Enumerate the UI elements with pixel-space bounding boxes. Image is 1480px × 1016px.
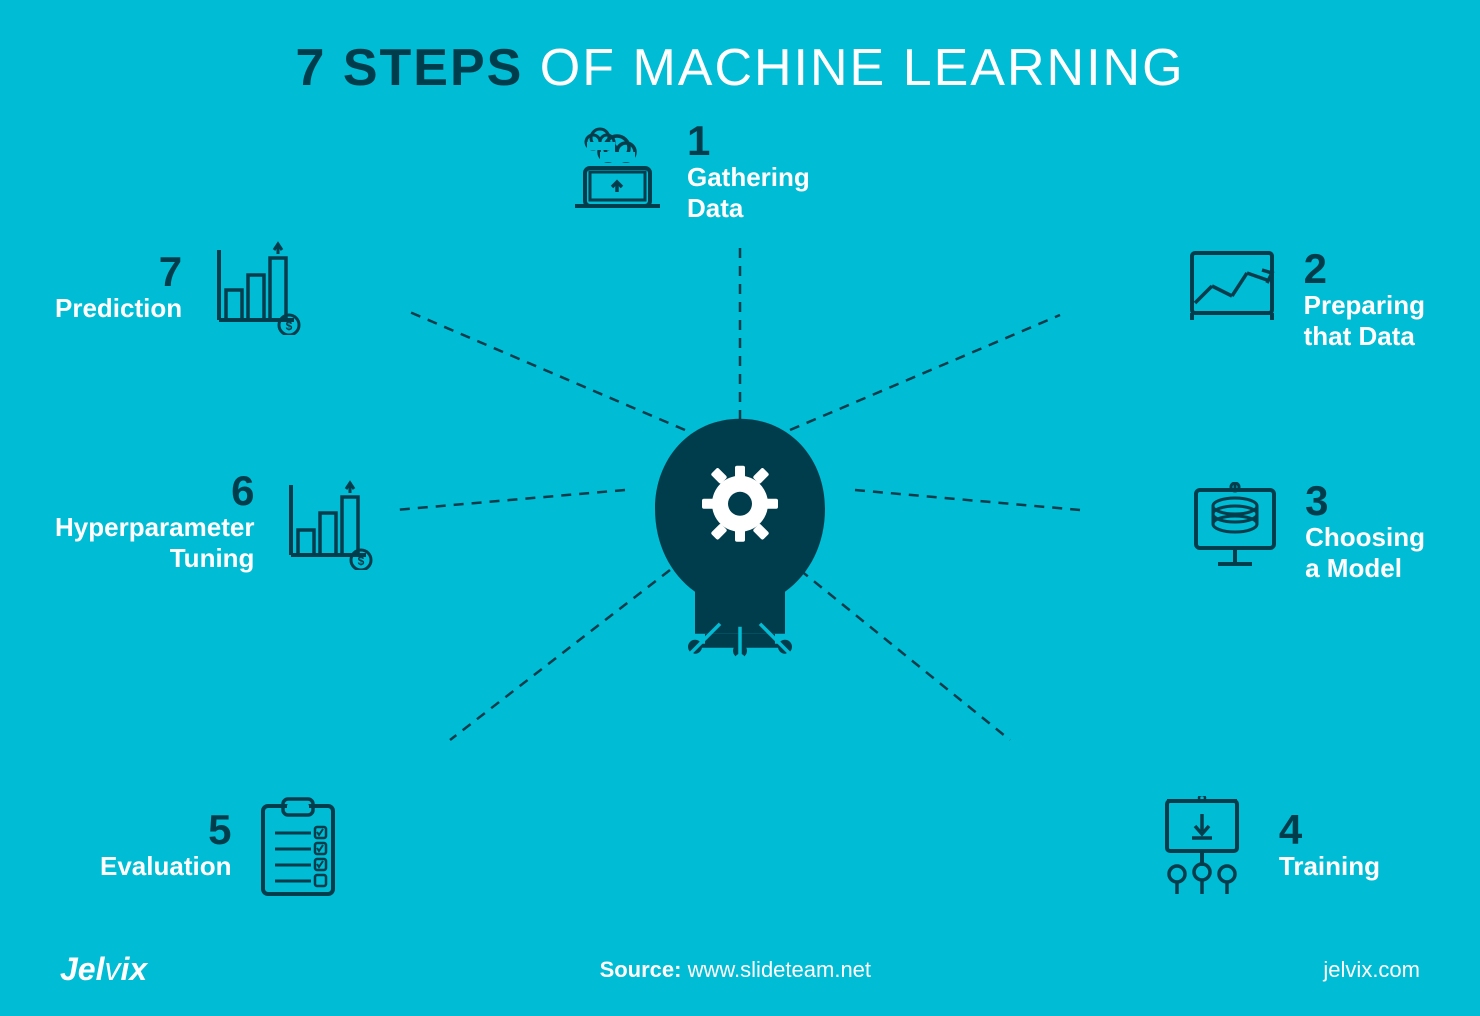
step-2-label: Preparingthat Data (1304, 290, 1425, 352)
step-7-label: Prediction (55, 293, 182, 324)
title-bold: 7 STEPS (295, 39, 523, 97)
step-6-num: 6 (55, 470, 254, 512)
step-2: 2 Preparingthat Data (1187, 248, 1425, 352)
step-1: 1 GatheringData (570, 120, 810, 224)
step-1-label: GatheringData (687, 162, 810, 224)
step-4-num: 4 (1279, 809, 1380, 851)
prediction-icon: $ (204, 240, 304, 335)
source-label: Source: (600, 957, 682, 982)
step-3-label: Choosinga Model (1305, 522, 1425, 584)
step-2-num: 2 (1304, 248, 1425, 290)
step-1-num: 1 (687, 120, 810, 162)
preparing-data-icon (1187, 248, 1282, 328)
brand-text: Jel (60, 951, 104, 987)
step-3: 3 Choosinga Model (1188, 480, 1425, 584)
step-6: 6 HyperparameterTuning $ (55, 470, 376, 574)
step-5-text: 5 Evaluation (100, 809, 231, 882)
step-7-num: 7 (55, 251, 182, 293)
step-2-text: 2 Preparingthat Data (1304, 248, 1425, 352)
step-5-num: 5 (100, 809, 231, 851)
step-5: 5 Evaluation (100, 791, 348, 901)
title-normal: OF MACHINE LEARNING (540, 39, 1185, 97)
brain-icon (630, 399, 850, 659)
choosing-model-icon (1188, 482, 1283, 582)
source-url: www.slideteam.net (688, 957, 871, 982)
svg-text:$: $ (358, 554, 365, 568)
page: 7 STEPS OF MACHINE LEARNING .dash { stro… (0, 0, 1480, 1016)
step-1-text: 1 GatheringData (687, 120, 810, 224)
page-title: 7 STEPS OF MACHINE LEARNING (0, 0, 1480, 98)
step-6-text: 6 HyperparameterTuning (55, 470, 254, 574)
hyperparameter-icon: $ (276, 475, 376, 570)
source-attribution: Source: www.slideteam.net (600, 957, 871, 983)
step-7: 7 Prediction $ (55, 240, 304, 335)
step-3-num: 3 (1305, 480, 1425, 522)
brand-logo: Jelvix (60, 951, 147, 988)
step-3-text: 3 Choosinga Model (1305, 480, 1425, 584)
step-4-label: Training (1279, 851, 1380, 882)
footer-website: jelvix.com (1323, 957, 1420, 983)
brand-text-2: ix (120, 951, 147, 987)
step-7-text: 7 Prediction (55, 251, 182, 324)
step-5-label: Evaluation (100, 851, 231, 882)
step-4-text: 4 Training (1279, 809, 1380, 882)
svg-text:$: $ (286, 319, 293, 333)
evaluation-icon (253, 791, 348, 901)
footer: Jelvix Source: www.slideteam.net jelvix.… (0, 951, 1480, 988)
training-icon (1157, 796, 1257, 896)
step-4: 4 Training (1157, 796, 1380, 896)
step-6-label: HyperparameterTuning (55, 512, 254, 574)
gathering-data-icon (570, 120, 665, 215)
